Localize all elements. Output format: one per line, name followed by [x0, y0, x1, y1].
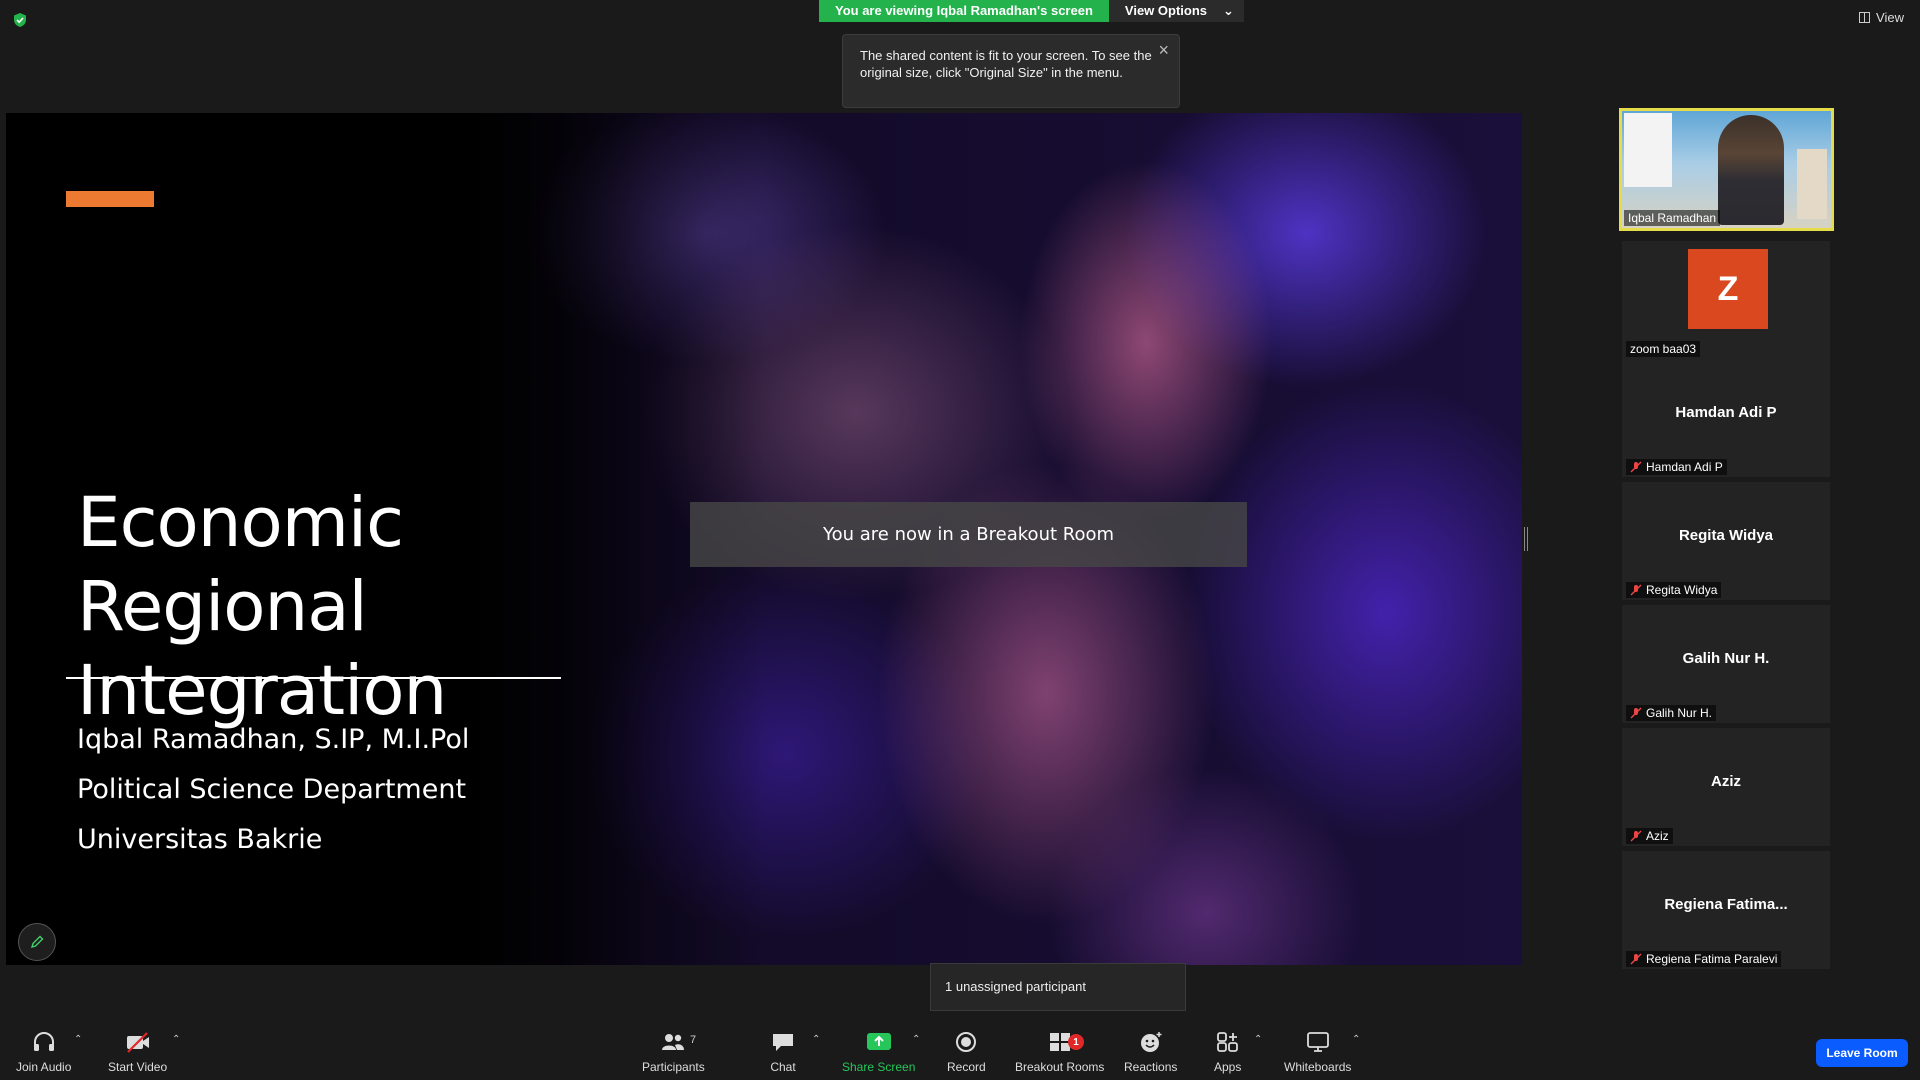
- video-options-caret-icon[interactable]: ⌃: [172, 1034, 180, 1045]
- audio-options-caret-icon[interactable]: ⌃: [74, 1034, 82, 1045]
- participants-count: 7: [690, 1034, 697, 1046]
- viewing-banner-text: You are viewing Iqbal Ramadhan's screen: [819, 0, 1109, 22]
- participant-video: [1718, 115, 1784, 225]
- background-building: [1797, 149, 1827, 219]
- chat-label: Chat: [770, 1060, 796, 1074]
- view-options-button[interactable]: View Options ⌄: [1108, 0, 1244, 22]
- layout-grid-icon: [1859, 12, 1871, 23]
- pencil-icon: [30, 935, 44, 949]
- participant-name: Galih Nur H.: [1682, 650, 1770, 667]
- participant-name-label: zoom baa03: [1626, 341, 1701, 357]
- participant-tile[interactable]: Regita Widya Regita Widya: [1622, 482, 1830, 600]
- participant-name-label: Regita Widya: [1626, 582, 1722, 598]
- share-screen-icon: [866, 1033, 891, 1050]
- whiteboards-options-caret-icon[interactable]: ⌃: [1352, 1034, 1360, 1045]
- chat-icon: [773, 1034, 793, 1051]
- shared-screen: Economic Regional Integration Iqbal Rama…: [6, 113, 1522, 965]
- avatar: Z: [1688, 249, 1768, 329]
- whiteboard-icon: [1306, 1032, 1329, 1052]
- mic-muted-icon: [1630, 830, 1642, 842]
- participant-label-text: Hamdan Adi P: [1646, 460, 1723, 474]
- view-button[interactable]: View: [1859, 10, 1904, 25]
- join-audio-label: Join Audio: [16, 1060, 72, 1074]
- reactions-button[interactable]: Reactions: [1124, 1030, 1177, 1074]
- mic-muted-icon: [1630, 584, 1642, 596]
- whiteboards-button[interactable]: Whiteboards: [1284, 1030, 1351, 1074]
- slide-title-line1: Economic Regional: [77, 483, 404, 647]
- whiteboards-label: Whiteboards: [1284, 1060, 1352, 1074]
- start-video-label: Start Video: [108, 1060, 168, 1074]
- participant-name-label: Hamdan Adi P: [1626, 459, 1727, 475]
- tooltip-text: The shared content is fit to your screen…: [860, 48, 1152, 80]
- apps-label: Apps: [1214, 1060, 1242, 1074]
- slide-department: Political Science Department: [77, 774, 467, 805]
- breakout-notification-badge: 1: [1068, 1034, 1084, 1050]
- participants-label: Participants: [642, 1060, 705, 1074]
- participant-label-text: Regita Widya: [1646, 583, 1718, 597]
- participant-name-label: Aziz: [1626, 828, 1673, 844]
- participant-tile[interactable]: Z zoom baa03: [1622, 241, 1830, 359]
- participant-tile[interactable]: Regiena Fatima... Regiena Fatima Paralev…: [1622, 851, 1830, 969]
- participant-name-label: Regiena Fatima Paralevi: [1626, 951, 1782, 967]
- mic-muted-icon: [1630, 953, 1642, 965]
- participant-tile[interactable]: Galih Nur H. Galih Nur H.: [1622, 605, 1830, 723]
- share-options-caret-icon[interactable]: ⌃: [912, 1034, 920, 1045]
- record-icon: [956, 1032, 977, 1052]
- participant-name: Hamdan Adi P: [1675, 404, 1777, 421]
- participant-name-label: Galih Nur H.: [1626, 705, 1717, 721]
- share-screen-button[interactable]: Share Screen: [842, 1030, 915, 1074]
- participants-icon: [662, 1034, 685, 1050]
- breakout-rooms-button[interactable]: Breakout Rooms: [1015, 1030, 1104, 1074]
- close-icon[interactable]: ×: [1158, 41, 1169, 59]
- slide-divider: [66, 677, 561, 679]
- slide-title: Economic Regional Integration: [77, 481, 677, 733]
- participant-label-text: Regiena Fatima Paralevi: [1646, 952, 1778, 966]
- panel-resize-handle[interactable]: [1524, 527, 1528, 551]
- slide-title-line2: Integration: [77, 651, 447, 731]
- leave-room-button[interactable]: Leave Room: [1816, 1039, 1908, 1067]
- participant-name-label: Iqbal Ramadhan: [1624, 210, 1721, 226]
- breakout-rooms-label: Breakout Rooms: [1015, 1060, 1105, 1074]
- screen-share-banner: You are viewing Iqbal Ramadhan's screen …: [819, 0, 1244, 22]
- participant-name: Regita Widya: [1678, 527, 1774, 544]
- participant-tile[interactable]: Aziz Aziz: [1622, 728, 1830, 846]
- slide-university: Universitas Bakrie: [77, 824, 323, 855]
- participant-name: Aziz: [1711, 773, 1741, 790]
- annotate-button[interactable]: [18, 923, 56, 961]
- participant-name: Regiena Fatima...: [1664, 896, 1788, 913]
- reactions-icon: [1140, 1032, 1162, 1052]
- security-shield-icon[interactable]: [12, 12, 28, 28]
- participant-tile[interactable]: Hamdan Adi P Hamdan Adi P: [1622, 359, 1830, 477]
- chat-options-caret-icon[interactable]: ⌃: [812, 1034, 820, 1045]
- participant-video-tile[interactable]: Iqbal Ramadhan: [1619, 108, 1834, 231]
- record-button[interactable]: Record: [947, 1030, 986, 1074]
- join-audio-button[interactable]: Join Audio: [16, 1030, 71, 1074]
- view-button-label: View: [1876, 10, 1904, 25]
- apps-icon: [1216, 1032, 1238, 1052]
- participant-label-text: Aziz: [1646, 829, 1669, 843]
- reactions-label: Reactions: [1124, 1060, 1178, 1074]
- chat-button[interactable]: Chat: [770, 1030, 796, 1074]
- share-screen-label: Share Screen: [842, 1060, 916, 1074]
- slide-presenter: Iqbal Ramadhan, S.IP, M.I.Pol: [77, 724, 470, 755]
- apps-options-caret-icon[interactable]: ⌃: [1254, 1034, 1262, 1045]
- start-video-button[interactable]: Start Video: [108, 1030, 167, 1074]
- participant-label-text: zoom baa03: [1630, 342, 1697, 356]
- participant-label-text: Galih Nur H.: [1646, 706, 1713, 720]
- mic-muted-icon: [1630, 461, 1642, 473]
- view-options-label: View Options: [1124, 3, 1207, 18]
- unassigned-participant-notice[interactable]: 1 unassigned participant: [930, 963, 1186, 1011]
- apps-button[interactable]: Apps: [1214, 1030, 1241, 1074]
- video-off-icon: [126, 1032, 149, 1053]
- chevron-down-icon: ⌄: [1223, 3, 1234, 18]
- record-label: Record: [947, 1060, 986, 1074]
- breakout-room-notice: You are now in a Breakout Room: [690, 502, 1247, 567]
- mic-muted-icon: [1630, 707, 1642, 719]
- slide-accent-bar: [66, 191, 154, 207]
- background-slide-thumbnail: [1624, 113, 1672, 187]
- headphones-icon: [33, 1032, 54, 1051]
- fit-to-screen-tooltip: The shared content is fit to your screen…: [842, 34, 1180, 108]
